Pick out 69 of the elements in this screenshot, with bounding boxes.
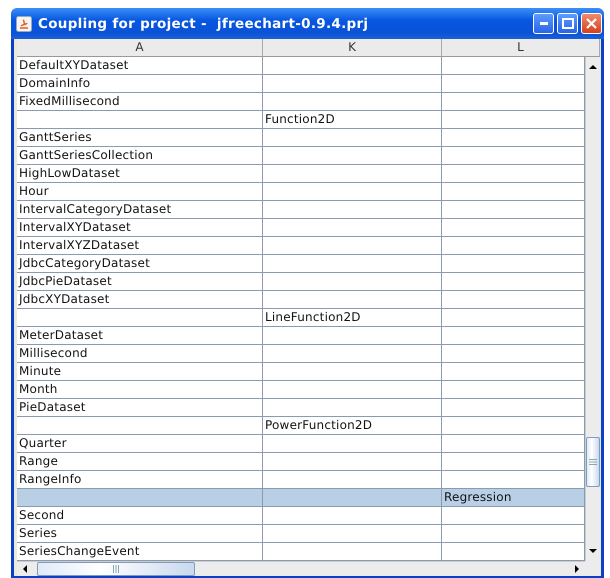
close-button[interactable] <box>581 13 602 34</box>
table-row[interactable]: JdbcXYDataset <box>17 291 585 309</box>
table-cell: LineFunction2D <box>263 309 442 327</box>
table-cell: IntervalCategoryDataset <box>17 201 263 219</box>
table-row[interactable]: Second <box>17 507 585 525</box>
table-row[interactable]: LineFunction2D <box>17 309 585 327</box>
table-cell: JdbcXYDataset <box>17 291 263 309</box>
table-cell: Series <box>17 525 263 543</box>
table-row[interactable]: PieDataset <box>17 399 585 417</box>
table-cell: Quarter <box>17 435 263 453</box>
window-title: Coupling for project - jfreechart-0.9.4.prj <box>38 16 370 32</box>
table-row[interactable]: JdbcPieDataset <box>17 273 585 291</box>
grip-icon <box>589 459 597 465</box>
table-row[interactable]: HighLowDataset <box>17 165 585 183</box>
table-cell: PieDataset <box>17 399 263 417</box>
table-row[interactable]: MeterDataset <box>17 327 585 345</box>
table-cell: PowerFunction2D <box>263 417 442 435</box>
horizontal-scrollbar[interactable] <box>17 561 585 576</box>
table-cell: JdbcPieDataset <box>17 273 263 291</box>
table-row[interactable]: GanttSeries <box>17 129 585 147</box>
column-header[interactable]: K <box>263 39 442 56</box>
table-cell: DomainInfo <box>17 75 263 93</box>
table-row[interactable]: Minute <box>17 363 585 381</box>
table-cell: Regression <box>442 489 585 507</box>
minimize-button[interactable] <box>533 13 554 34</box>
table-row[interactable]: Millisecond <box>17 345 585 363</box>
table-row[interactable]: Range <box>17 453 585 471</box>
table-cell: HighLowDataset <box>17 165 263 183</box>
table-cell: IntervalXYDataset <box>17 219 263 237</box>
table-row[interactable]: Series <box>17 525 585 543</box>
table-row[interactable]: IntervalXYZDataset <box>17 237 585 255</box>
scrollbar-thumb[interactable] <box>37 562 195 576</box>
table-row[interactable]: Quarter <box>17 435 585 453</box>
grip-icon <box>113 565 119 573</box>
table-row[interactable]: Hour <box>17 183 585 201</box>
table-cell: Function2D <box>263 111 442 129</box>
table-cell: IntervalXYZDataset <box>17 237 263 255</box>
maximize-button[interactable] <box>557 13 578 34</box>
column-header[interactable]: A <box>17 39 263 56</box>
table-cell: MeterDataset <box>17 327 263 345</box>
table-row[interactable]: FixedMillisecond <box>17 93 585 111</box>
minimize-icon <box>540 22 548 25</box>
table-cell: GanttSeriesCollection <box>17 147 263 165</box>
table-cell: DefaultXYDataset <box>17 57 263 75</box>
table-cell: Second <box>17 507 263 525</box>
table-row[interactable]: JdbcCategoryDataset <box>17 255 585 273</box>
app-icon <box>16 16 32 32</box>
close-icon <box>586 18 597 29</box>
selected-row[interactable]: Regression <box>17 489 585 507</box>
table-cell: GanttSeries <box>17 129 263 147</box>
table-row[interactable]: PowerFunction2D <box>17 417 585 435</box>
table-cell: Minute <box>17 363 263 381</box>
table-row[interactable]: DomainInfo <box>17 75 585 93</box>
table-cell: Month <box>17 381 263 399</box>
table-row[interactable]: IntervalCategoryDataset <box>17 201 585 219</box>
scrollbar-thumb[interactable] <box>586 437 600 487</box>
table-cell: FixedMillisecond <box>17 93 263 111</box>
maximize-icon <box>562 18 574 29</box>
table-cell: Millisecond <box>17 345 263 363</box>
table-row[interactable]: IntervalXYDataset <box>17 219 585 237</box>
table-cell: Range <box>17 453 263 471</box>
column-header[interactable]: L <box>442 39 600 56</box>
table-row[interactable]: Month <box>17 381 585 399</box>
table-row[interactable]: DefaultXYDataset <box>17 57 585 75</box>
table-cell: Hour <box>17 183 263 201</box>
table-row[interactable]: GanttSeriesCollection <box>17 147 585 165</box>
table-row[interactable]: Function2D <box>17 111 585 129</box>
vertical-scrollbar[interactable] <box>585 57 600 561</box>
table-cell: JdbcCategoryDataset <box>17 255 263 273</box>
